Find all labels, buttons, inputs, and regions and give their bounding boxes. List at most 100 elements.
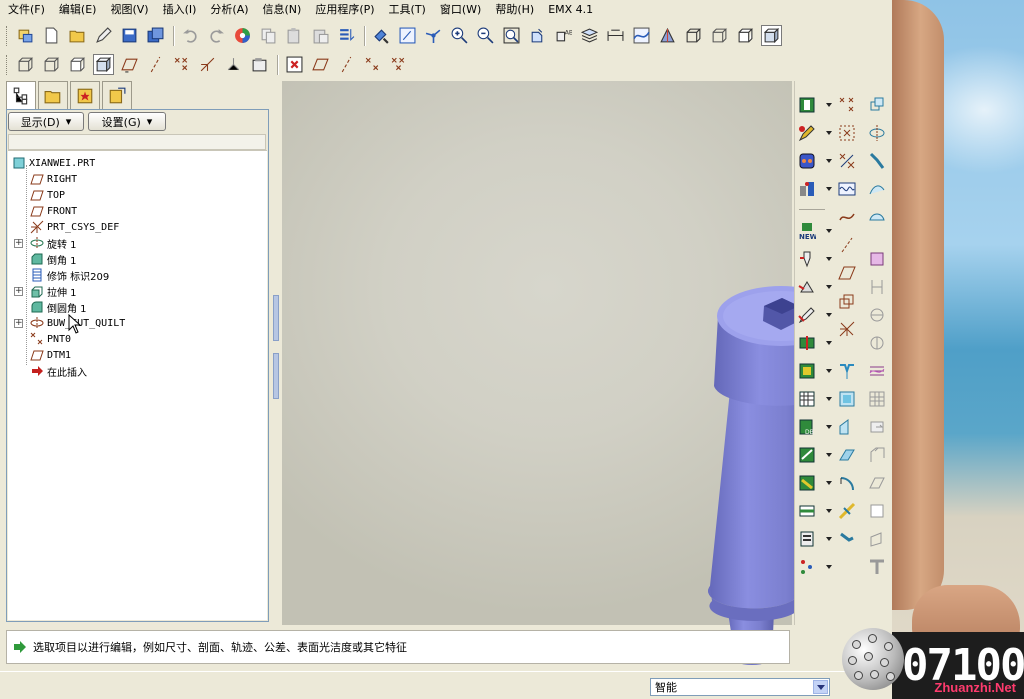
save-copy-button[interactable] xyxy=(145,25,166,46)
orient-button[interactable] xyxy=(423,25,444,46)
datum-planes-toggle[interactable] xyxy=(119,54,140,75)
graphics-viewport[interactable] xyxy=(282,81,845,665)
trim-tool[interactable] xyxy=(837,361,857,381)
boundary-surface-tool[interactable] xyxy=(867,207,887,227)
open-file-button[interactable] xyxy=(67,25,88,46)
search-tool-button[interactable] xyxy=(371,25,392,46)
wireframe-button[interactable] xyxy=(683,25,704,46)
menu-tools[interactable]: 工具(T) xyxy=(389,1,426,17)
select-box-button[interactable] xyxy=(397,25,418,46)
datum-axis-tool[interactable] xyxy=(336,54,357,75)
offset-tool[interactable] xyxy=(867,361,887,381)
tab-model-tree[interactable] xyxy=(6,81,36,110)
open-session-button[interactable] xyxy=(15,25,36,46)
tab-connections[interactable] xyxy=(102,81,132,109)
edit-button[interactable] xyxy=(93,25,114,46)
gate-tool[interactable] xyxy=(797,557,832,577)
chevron-down-icon[interactable] xyxy=(813,680,828,694)
dimension-display-button[interactable] xyxy=(605,25,626,46)
blend-tool[interactable] xyxy=(797,151,832,171)
intersect-tool[interactable] xyxy=(867,277,887,297)
datum-plane-tool[interactable] xyxy=(310,54,331,75)
tree-node-chamfer[interactable]: 倒角 1 xyxy=(29,251,77,267)
revolve-surface-tool[interactable] xyxy=(867,123,887,143)
edit-sketch-tool[interactable] xyxy=(797,123,832,143)
tree-node-dtm1[interactable]: DTM1 xyxy=(29,347,71,363)
expand-toggle[interactable]: + xyxy=(14,239,23,248)
expand-toggle[interactable]: + xyxy=(14,319,23,328)
tree-node-revolve[interactable]: 旋转 1 xyxy=(29,235,77,251)
lathe-tool[interactable] xyxy=(797,445,832,465)
spin-center-toggle[interactable] xyxy=(223,54,244,75)
sweep-surface-tool[interactable] xyxy=(867,151,887,171)
mirror-tool[interactable] xyxy=(837,389,857,409)
pattern-tool[interactable] xyxy=(867,389,887,409)
new-file-button[interactable] xyxy=(41,25,62,46)
no-hidden-button[interactable] xyxy=(735,25,756,46)
project-tool[interactable] xyxy=(867,305,887,325)
tree-node-point[interactable]: PNT0 xyxy=(29,331,71,347)
tree-node-top[interactable]: TOP xyxy=(29,187,65,203)
tree-node-front[interactable]: FRONT xyxy=(29,203,77,219)
menu-file[interactable]: 文件(F) xyxy=(8,1,45,17)
selection-filter-dropdown[interactable]: 智能 xyxy=(650,678,830,696)
toolbar-grip-2[interactable] xyxy=(6,54,9,75)
assembly-tool[interactable] xyxy=(797,179,832,199)
paste-special-button[interactable] xyxy=(310,25,331,46)
menu-insert[interactable]: 插入(I) xyxy=(163,1,197,17)
datum-points-toggle[interactable] xyxy=(171,54,192,75)
tree-node-insert-here[interactable]: 在此插入 xyxy=(29,363,87,379)
tree-node-part[interactable]: XIANWEI.PRT xyxy=(11,155,95,171)
wrap-tool[interactable] xyxy=(867,333,887,353)
shading-button-2[interactable] xyxy=(93,54,114,75)
undo-button[interactable] xyxy=(180,25,201,46)
tab-folder-browser[interactable] xyxy=(38,81,68,109)
settings-dropdown[interactable]: 设置(G) ▾ xyxy=(88,112,166,131)
tree-node-csys[interactable]: PRT_CSYS_DEF xyxy=(29,219,119,235)
save-button[interactable] xyxy=(119,25,140,46)
annotations-toggle[interactable] xyxy=(249,54,270,75)
toolbar-grip[interactable] xyxy=(6,25,9,46)
blend-surface-tool[interactable] xyxy=(867,179,887,199)
layers-button[interactable] xyxy=(579,25,600,46)
cooling-tool[interactable] xyxy=(797,501,832,521)
collapse-handle-left[interactable] xyxy=(273,295,279,341)
copy-button[interactable] xyxy=(258,25,279,46)
pencil-feature-tool[interactable] xyxy=(797,305,832,325)
appearance-button[interactable] xyxy=(657,25,678,46)
slider-tool[interactable] xyxy=(797,529,832,549)
menu-window[interactable]: 窗口(W) xyxy=(440,1,481,17)
cavity-tool[interactable] xyxy=(797,389,832,409)
draft-tool[interactable] xyxy=(837,417,857,437)
field-point-tool[interactable] xyxy=(837,151,857,171)
paste-button[interactable] xyxy=(284,25,305,46)
regenerate-manager-button[interactable] xyxy=(336,25,357,46)
curve-display-button[interactable] xyxy=(631,25,652,46)
datum-csys-tool[interactable] xyxy=(388,54,409,75)
point-tool[interactable] xyxy=(837,95,857,115)
ejector-tool[interactable] xyxy=(797,473,832,493)
csys-tool[interactable] xyxy=(837,319,857,339)
tree-node-round[interactable]: 倒圆角 1 xyxy=(29,299,87,315)
curve-from-equation-tool[interactable] xyxy=(837,179,857,199)
new-feature-tool[interactable]: NEW xyxy=(797,221,832,241)
zoom-in-button[interactable] xyxy=(449,25,470,46)
menu-help[interactable]: 帮助(H) xyxy=(495,1,534,17)
menu-edit[interactable]: 编辑(E) xyxy=(59,1,97,17)
zoom-out-button[interactable] xyxy=(475,25,496,46)
fill-tool[interactable] xyxy=(867,529,887,549)
coordinate-systems-toggle[interactable] xyxy=(197,54,218,75)
shell-surface-tool[interactable] xyxy=(867,501,887,521)
panel-splitter[interactable] xyxy=(270,81,282,625)
volume-split-tool[interactable] xyxy=(797,361,832,381)
extend-tool[interactable] xyxy=(837,445,857,465)
close-window-button[interactable] xyxy=(284,54,305,75)
redo-button[interactable] xyxy=(206,25,227,46)
tree-node-extrude[interactable]: 拉伸 1 xyxy=(29,283,77,299)
menu-view[interactable]: 视图(V) xyxy=(110,1,148,17)
boundary-blend-tool[interactable] xyxy=(837,473,857,493)
collapse-handle-right[interactable] xyxy=(273,353,279,399)
shell-tool[interactable] xyxy=(837,529,857,549)
mold-tool[interactable] xyxy=(797,249,832,269)
thicken-tool[interactable] xyxy=(867,445,887,465)
